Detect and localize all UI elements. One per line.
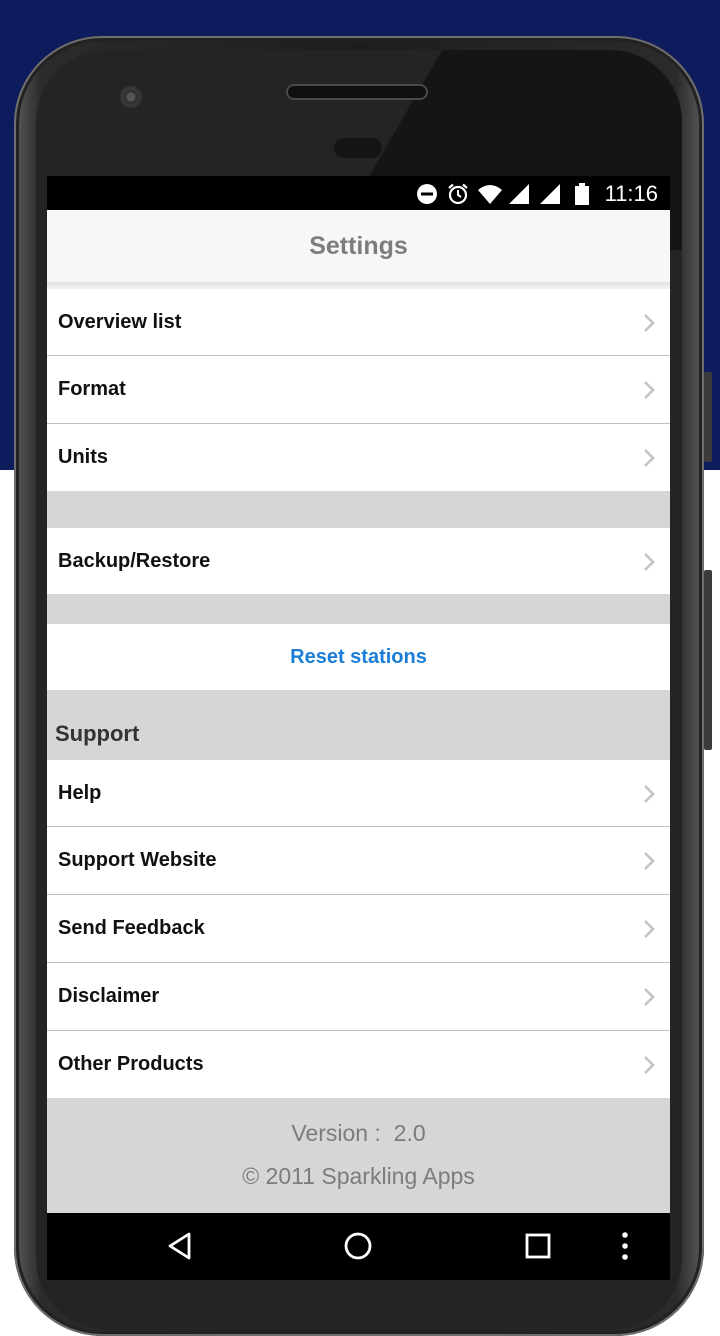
power-button (704, 570, 712, 750)
settings-item-units[interactable]: Units (47, 424, 670, 491)
alarm-icon (448, 183, 468, 205)
battery-icon (575, 183, 589, 205)
support-item-disclaimer[interactable]: Disclaimer (47, 963, 670, 1030)
chevron-right-icon (644, 553, 655, 571)
support-item-label: Other Products (58, 1053, 204, 1075)
volume-button (704, 372, 712, 462)
settings-item-overview-list[interactable]: Overview list (47, 289, 670, 356)
chevron-right-icon (644, 449, 655, 467)
status-bar: 11:16 (47, 176, 670, 210)
page-title: Settings (309, 231, 408, 260)
chevron-right-icon (644, 1056, 655, 1074)
chevron-right-icon (644, 314, 655, 332)
signal-icon-2 (540, 184, 560, 204)
settings-item-label: Backup/Restore (58, 549, 211, 572)
front-camera (118, 84, 144, 110)
support-item-label: Send Feedback (58, 917, 205, 939)
settings-item-format[interactable]: Format (47, 356, 670, 423)
section-header-support: Support (55, 721, 140, 746)
version-text: Version : 2.0 (291, 1120, 426, 1146)
back-icon[interactable] (166, 1231, 194, 1261)
settings-item-label: Format (58, 378, 126, 400)
home-icon[interactable] (343, 1231, 373, 1261)
status-time: 11:16 (604, 181, 658, 206)
footer: Version : 2.0 © 2011 Sparkling Apps (47, 1098, 670, 1212)
support-item-send-feedback[interactable]: Send Feedback (47, 895, 670, 962)
support-item-help[interactable]: Help (47, 760, 670, 827)
navigation-bar (47, 1213, 670, 1280)
do-not-disturb-icon (417, 184, 437, 204)
settings-item-backup-restore[interactable]: Backup/Restore (47, 528, 670, 594)
chevron-right-icon (644, 381, 655, 399)
recents-icon[interactable] (524, 1231, 552, 1261)
chevron-right-icon (644, 852, 655, 870)
wifi-icon (478, 185, 502, 204)
support-item-label: Help (58, 782, 102, 804)
settings-item-label: Overview list (58, 311, 182, 333)
app-screen: 11:16 Settings Overview list Format Unit… (47, 176, 670, 1280)
reset-stations-button[interactable]: Reset stations (47, 624, 670, 690)
reset-stations-label: Reset stations (290, 645, 427, 668)
title-bar: Settings (47, 210, 670, 283)
earpiece-speaker (288, 86, 426, 98)
support-item-other-products[interactable]: Other Products (47, 1031, 670, 1098)
settings-item-label: Units (58, 446, 108, 468)
proximity-sensor (334, 138, 382, 158)
support-item-support-website[interactable]: Support Website (47, 827, 670, 894)
signal-icon (509, 184, 529, 204)
copyright-text: © 2011 Sparkling Apps (242, 1163, 475, 1189)
chevron-right-icon (644, 988, 655, 1006)
support-item-label: Support Website (58, 849, 217, 871)
chevron-right-icon (644, 785, 655, 803)
overflow-menu-icon[interactable] (619, 1231, 631, 1261)
support-item-label: Disclaimer (58, 985, 160, 1007)
chevron-right-icon (644, 920, 655, 938)
